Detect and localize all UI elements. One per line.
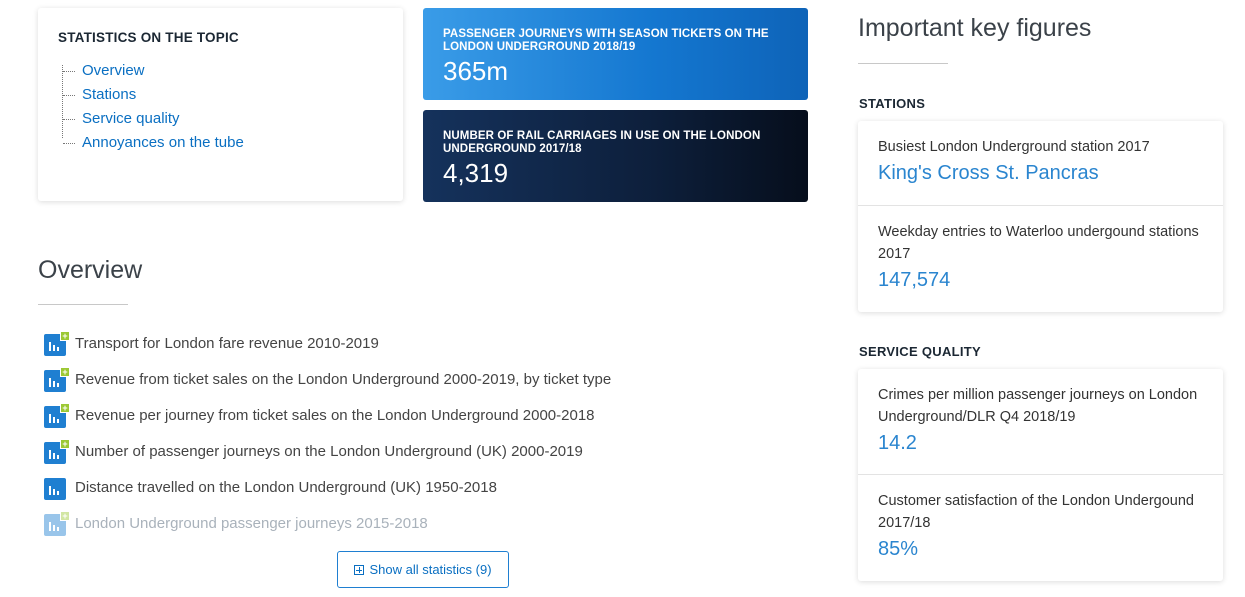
- plus-icon: +: [60, 366, 70, 377]
- statistic-item[interactable]: + London Underground passenger journeys …: [44, 505, 684, 541]
- stat-card-label: PASSENGER JOURNEYS WITH SEASON TICKETS O…: [443, 28, 769, 53]
- show-all-statistics-button[interactable]: Show all statistics (9): [337, 551, 509, 588]
- topic-list: Overview Stations Service quality Annoya…: [62, 59, 383, 155]
- statistic-item[interactable]: + Number of passenger journeys on the Lo…: [44, 433, 684, 469]
- stat-card-value: 365m: [443, 56, 509, 86]
- overview-heading: Overview: [38, 256, 143, 284]
- plus-icon: +: [60, 510, 70, 521]
- statistic-link[interactable]: Transport for London fare revenue 2010-2…: [75, 335, 379, 352]
- key-figure-value: King's Cross St. Pancras: [878, 162, 1099, 184]
- statistic-item[interactable]: Distance travelled on the London Undergr…: [44, 469, 684, 505]
- statistic-link[interactable]: Revenue from ticket sales on the London …: [75, 371, 611, 388]
- key-figures-divider: [858, 63, 948, 64]
- bar-chart-icon: +: [44, 366, 70, 392]
- key-figure-value: 147,574: [878, 269, 951, 291]
- topic-link-stations[interactable]: Stations: [62, 83, 383, 107]
- topic-box: STATISTICS ON THE TOPIC Overview Station…: [38, 8, 403, 201]
- topic-title: STATISTICS ON THE TOPIC: [58, 30, 239, 45]
- plus-icon: +: [60, 330, 70, 341]
- bar-chart-icon: +: [44, 330, 70, 356]
- key-figures-heading: Important key figures: [858, 14, 1092, 42]
- statistic-item[interactable]: + Revenue per journey from ticket sales …: [44, 397, 684, 433]
- key-figure-value: 14.2: [878, 432, 917, 454]
- key-figure-item[interactable]: Crimes per million passenger journeys on…: [858, 369, 1223, 475]
- stat-card-label: NUMBER OF RAIL CARRIAGES IN USE ON THE L…: [443, 130, 761, 155]
- topic-link-service-quality[interactable]: Service quality: [62, 107, 383, 131]
- overview-divider: [38, 304, 128, 305]
- key-figure-label: Weekday entries to Waterloo undergound s…: [878, 224, 1199, 262]
- plus-icon: +: [60, 438, 70, 449]
- statistic-link[interactable]: London Underground passenger journeys 20…: [75, 515, 428, 532]
- show-all-label: Show all statistics (9): [369, 562, 492, 577]
- bar-chart-icon: [44, 475, 69, 500]
- section-title-service-quality: SERVICE QUALITY: [859, 344, 982, 359]
- key-figure-item[interactable]: Busiest London Underground station 2017 …: [858, 121, 1223, 206]
- key-figure-value: 85%: [878, 538, 919, 560]
- bar-chart-icon: +: [44, 438, 70, 464]
- stat-card-value: 4,319: [443, 158, 509, 188]
- statistic-link[interactable]: Distance travelled on the London Undergr…: [75, 479, 497, 496]
- topic-link-annoyances[interactable]: Annoyances on the tube: [62, 131, 383, 155]
- plus-square-icon: [354, 564, 365, 575]
- bar-chart-icon: +: [44, 510, 70, 536]
- bar-chart-icon: +: [44, 402, 70, 428]
- statistic-link[interactable]: Number of passenger journeys on the Lond…: [75, 443, 583, 460]
- key-figures-card-stations: Busiest London Underground station 2017 …: [858, 121, 1223, 312]
- topic-link-overview[interactable]: Overview: [62, 59, 383, 83]
- stat-card-rail-carriages[interactable]: NUMBER OF RAIL CARRIAGES IN USE ON THE L…: [423, 110, 808, 202]
- stat-card-season-tickets[interactable]: PASSENGER JOURNEYS WITH SEASON TICKETS O…: [423, 8, 808, 100]
- key-figures-card-service-quality: Crimes per million passenger journeys on…: [858, 369, 1223, 581]
- key-figure-item[interactable]: Weekday entries to Waterloo undergound s…: [858, 206, 1223, 312]
- key-figure-label: Crimes per million passenger journeys on…: [878, 387, 1198, 425]
- statistic-item[interactable]: + Transport for London fare revenue 2010…: [44, 325, 684, 361]
- key-figure-label: Busiest London Underground station 2017: [878, 139, 1150, 155]
- plus-icon: +: [60, 402, 70, 413]
- statistic-link[interactable]: Revenue per journey from ticket sales on…: [75, 407, 595, 424]
- statistics-list: + Transport for London fare revenue 2010…: [44, 325, 684, 541]
- statistic-item[interactable]: + Revenue from ticket sales on the Londo…: [44, 361, 684, 397]
- section-title-stations: STATIONS: [859, 96, 926, 111]
- key-figure-item[interactable]: Customer satisfaction of the London Unde…: [858, 475, 1223, 581]
- key-figure-label: Customer satisfaction of the London Unde…: [878, 493, 1194, 531]
